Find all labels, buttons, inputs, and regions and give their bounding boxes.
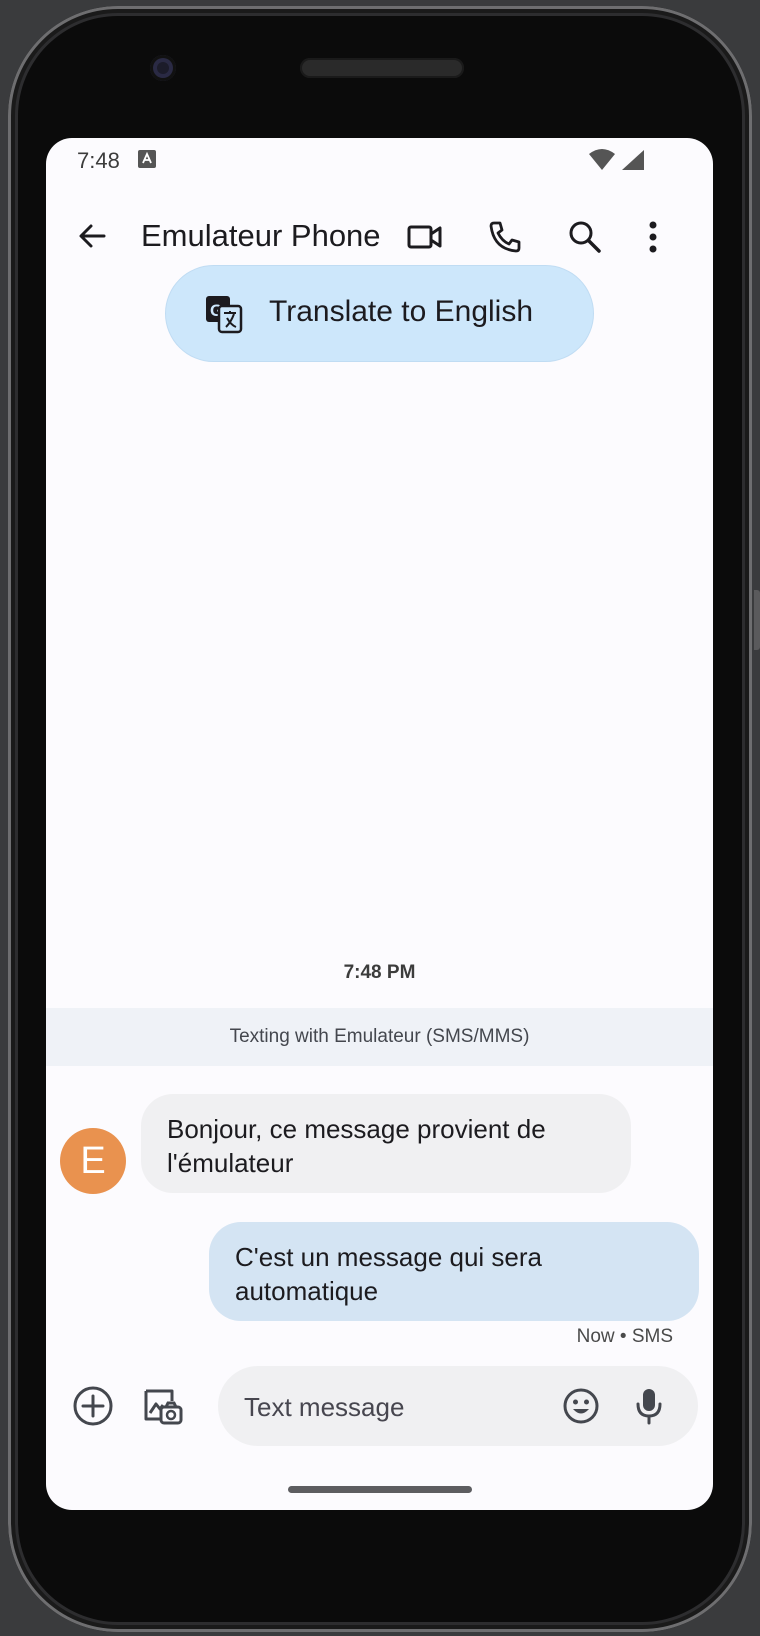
translate-label: Translate to English	[269, 295, 534, 328]
front-camera	[150, 55, 176, 81]
signal-icon	[620, 148, 646, 177]
gallery-icon	[144, 1389, 183, 1425]
message-status: Now • SMS	[576, 1326, 673, 1347]
phone-call-button[interactable]	[482, 214, 528, 260]
translate-chip[interactable]: G Translate to English	[166, 266, 593, 361]
wifi-icon	[588, 148, 616, 177]
status-bar: 7:48	[46, 138, 713, 182]
arrow-back-icon	[79, 224, 106, 248]
emoji-icon	[563, 1388, 599, 1424]
voice-input-button[interactable]	[626, 1383, 672, 1429]
more-options-button[interactable]	[630, 214, 676, 260]
earpiece-speaker	[300, 58, 464, 78]
message-input-container	[218, 1366, 698, 1446]
emoji-button[interactable]	[558, 1383, 604, 1429]
top-app-bar: Emulateur Phone	[46, 202, 713, 272]
search-button[interactable]	[562, 214, 608, 260]
message-timestamp: 7:48 PM	[343, 962, 416, 983]
status-time: 7:48	[77, 148, 120, 173]
add-circle-icon	[73, 1386, 113, 1426]
add-attachment-button[interactable]	[70, 1383, 116, 1429]
outgoing-message-bubble[interactable]: C'est un message qui sera automatique	[209, 1222, 699, 1321]
keyboard-a-icon	[138, 150, 156, 168]
message-input[interactable]	[242, 1386, 546, 1428]
avatar[interactable]: E	[60, 1128, 126, 1194]
translate-icon: G	[204, 294, 244, 334]
more-vert-icon	[649, 221, 657, 253]
phone-call-icon	[489, 221, 521, 253]
screen: 7:48 Emulateur Phone G Translate to Engl…	[46, 138, 713, 1510]
mic-icon	[636, 1389, 662, 1425]
compose-bar	[46, 1366, 713, 1446]
home-indicator[interactable]	[288, 1486, 472, 1493]
side-button	[754, 590, 760, 650]
back-button[interactable]	[72, 216, 112, 256]
gallery-button[interactable]	[140, 1383, 186, 1429]
conversation-title[interactable]: Emulateur Phone	[141, 218, 381, 254]
video-call-icon	[407, 225, 442, 249]
incoming-message-bubble[interactable]: Bonjour, ce message provient de l'émulat…	[141, 1094, 631, 1193]
texting-banner: Texting with Emulateur (SMS/MMS)	[46, 1008, 713, 1066]
video-call-button[interactable]	[402, 214, 448, 260]
search-icon	[569, 221, 601, 253]
